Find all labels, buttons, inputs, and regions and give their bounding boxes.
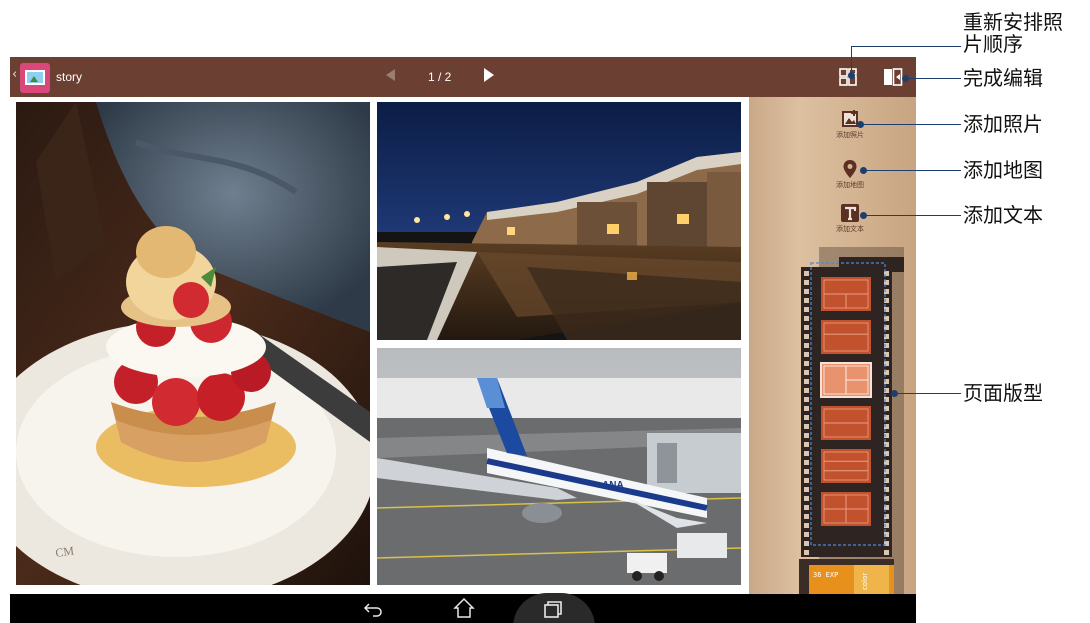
film-sprocket-hole xyxy=(804,289,809,294)
navigation-bar xyxy=(10,593,916,623)
film-sprocket-hole xyxy=(804,424,809,429)
map-pin-icon xyxy=(843,160,857,178)
film-sprocket-hole xyxy=(804,343,809,348)
layout-filmstrip[interactable]: 36 EXP color xyxy=(799,247,904,594)
film-sprocket-hole xyxy=(804,361,809,366)
film-sprocket-hole xyxy=(804,532,809,537)
film-sprocket-hole xyxy=(804,541,809,546)
add-map-label: 添加地图 xyxy=(836,181,864,189)
film-sprocket-hole xyxy=(804,280,809,285)
film-sprocket-hole xyxy=(804,370,809,375)
nav-home-icon[interactable] xyxy=(453,597,475,619)
film-sprocket-hole xyxy=(804,307,809,312)
done-editing-icon[interactable] xyxy=(883,68,903,86)
nav-recent-apps-icon[interactable] xyxy=(543,599,563,619)
film-sprocket-hole xyxy=(804,406,809,411)
layout-thumbnail-selected[interactable] xyxy=(820,362,872,398)
film-label: 36 EXP xyxy=(813,571,838,579)
action-bar: ‹ story 1 / 2 xyxy=(10,57,916,97)
annotation-rearrange-line2: 片顺序 xyxy=(963,32,1023,56)
annotation-done-label: 完成编辑 xyxy=(963,66,1043,90)
app-title: story xyxy=(56,70,83,84)
back-chevron-icon[interactable]: ‹ xyxy=(12,67,17,82)
film-sprocket-hole xyxy=(804,523,809,528)
film-brand-label: color xyxy=(861,573,869,590)
film-sprocket-hole xyxy=(804,298,809,303)
film-sprocket-hole xyxy=(804,487,809,492)
film-sprocket-hole xyxy=(804,271,809,276)
film-sprocket-hole xyxy=(804,514,809,519)
film-sprocket-hole xyxy=(884,550,889,555)
prev-page-icon[interactable] xyxy=(386,69,395,81)
annotation-add-text-label: 添加文本 xyxy=(963,203,1043,227)
photo-canal[interactable] xyxy=(377,102,741,340)
film-sprocket-hole xyxy=(804,550,809,555)
film-sprocket-hole xyxy=(804,496,809,501)
layout-thumbnail[interactable] xyxy=(821,449,871,483)
add-map-button[interactable]: 添加地图 xyxy=(820,159,880,190)
film-sprocket-hole xyxy=(804,478,809,483)
annotation-add-map-label: 添加地图 xyxy=(963,158,1043,182)
film-sprocket-hole xyxy=(804,388,809,393)
text-icon xyxy=(841,204,859,222)
nav-back-icon[interactable] xyxy=(363,598,383,618)
add-text-button[interactable]: 添加文本 xyxy=(820,203,880,234)
annotation-rearrange-line1: 重新安排照 xyxy=(963,10,1063,34)
film-sprocket-hole xyxy=(804,325,809,330)
layout-thumbnail[interactable] xyxy=(821,277,871,311)
svg-text:ANA: ANA xyxy=(602,480,624,491)
film-sprocket-hole xyxy=(804,469,809,474)
film-sprocket-hole xyxy=(804,397,809,402)
film-sprocket-hole xyxy=(804,505,809,510)
story-app-icon[interactable] xyxy=(20,63,50,93)
annotation-page-layout-label: 页面版型 xyxy=(963,381,1043,405)
film-sprocket-hole xyxy=(804,442,809,447)
photo-airplane[interactable]: ANA xyxy=(377,348,741,585)
film-sprocket-hole xyxy=(804,334,809,339)
film-sprocket-hole xyxy=(804,460,809,465)
film-sprocket-hole xyxy=(804,451,809,456)
side-panel: 添加照片 添加地图 添加文本 36 EXP color xyxy=(749,97,916,594)
svg-text:CM: CM xyxy=(54,543,75,560)
add-photo-label: 添加照片 xyxy=(836,131,864,139)
tablet-screen: ‹ story 1 / 2 CM ANA 添加照片 添加地图 添加文本 36 E… xyxy=(10,57,916,623)
layout-thumbnail[interactable] xyxy=(821,320,871,354)
film-sprocket-hole xyxy=(804,433,809,438)
annotation-add-photo-label: 添加照片 xyxy=(963,112,1043,136)
film-sprocket-hole xyxy=(804,352,809,357)
story-page-canvas: CM ANA xyxy=(10,97,749,591)
page-indicator: 1 / 2 xyxy=(428,70,452,84)
layout-thumbnail[interactable] xyxy=(821,492,871,526)
film-sprocket-hole xyxy=(804,415,809,420)
layout-thumbnail[interactable] xyxy=(821,406,871,440)
photo-dessert[interactable]: CM xyxy=(16,102,370,585)
next-page-icon[interactable] xyxy=(484,68,494,82)
add-text-label: 添加文本 xyxy=(836,225,864,233)
film-sprocket-hole xyxy=(804,316,809,321)
film-sprocket-hole xyxy=(804,379,809,384)
